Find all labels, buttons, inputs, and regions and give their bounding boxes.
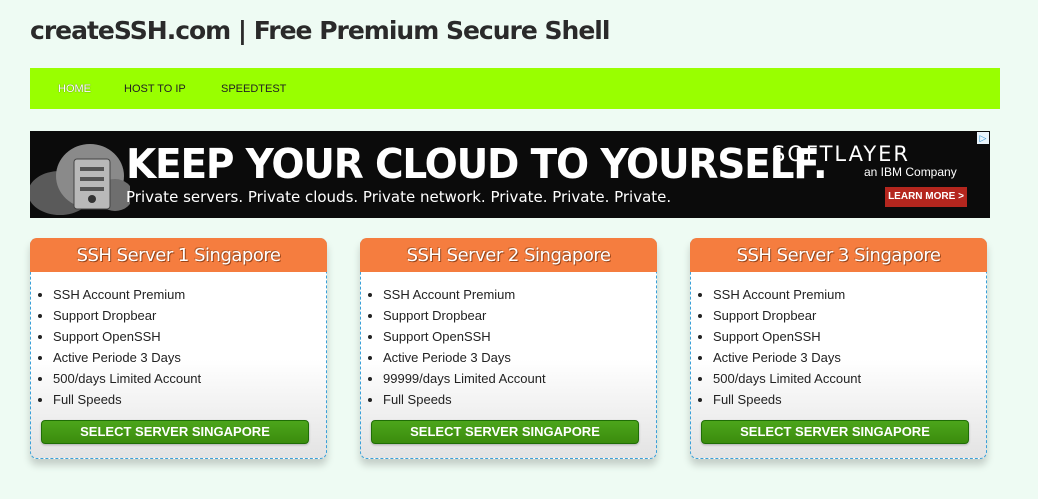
feature-item: Support Dropbear	[53, 307, 201, 328]
feature-item: Support OpenSSH	[713, 328, 861, 349]
feature-item: Support OpenSSH	[383, 328, 546, 349]
feature-item: 500/days Limited Account	[713, 370, 861, 391]
feature-item: 500/days Limited Account	[53, 370, 201, 391]
feature-item: Active Periode 3 Days	[383, 349, 546, 370]
softlayer-logo: SOFTLAYER	[772, 142, 911, 166]
feature-item: Active Periode 3 Days	[53, 349, 201, 370]
nav-item-speedtest[interactable]: SPEEDTEST	[221, 83, 286, 95]
server-card-title: SSH Server 3 Singapore	[690, 238, 987, 272]
feature-item: SSH Account Premium	[53, 286, 201, 307]
select-server-button[interactable]: SELECT SERVER SINGAPORE	[371, 420, 639, 444]
feature-list: SSH Account Premium Support Dropbear Sup…	[53, 286, 201, 412]
server-card-2: SSH Server 2 Singapore SSH Account Premi…	[360, 238, 657, 459]
select-server-button[interactable]: SELECT SERVER SINGAPORE	[701, 420, 969, 444]
select-server-button[interactable]: SELECT SERVER SINGAPORE	[41, 420, 309, 444]
feature-item: SSH Account Premium	[383, 286, 546, 307]
server-card-3: SSH Server 3 Singapore SSH Account Premi…	[690, 238, 987, 459]
adchoices-icon[interactable]: ▷	[977, 132, 989, 144]
feature-item: 99999/days Limited Account	[383, 370, 546, 391]
ad-headline: KEEP YOUR CLOUD TO YOURSELF.	[126, 141, 828, 189]
server-card-title: SSH Server 1 Singapore	[30, 238, 327, 272]
server-card-title: SSH Server 2 Singapore	[360, 238, 657, 272]
site-title[interactable]: createSSH.com | Free Premium Secure Shel…	[30, 16, 610, 45]
learn-more-button[interactable]: LEARN MORE >	[885, 187, 967, 207]
softlayer-ad-banner[interactable]: KEEP YOUR CLOUD TO YOURSELF. Private ser…	[30, 131, 990, 218]
nav-item-home[interactable]: HOME	[58, 83, 91, 95]
feature-item: Support Dropbear	[713, 307, 861, 328]
ad-brand-subtitle: an IBM Company	[864, 165, 957, 179]
server-card-1: SSH Server 1 Singapore SSH Account Premi…	[30, 238, 327, 459]
feature-item: Support OpenSSH	[53, 328, 201, 349]
feature-item: Full Speeds	[713, 391, 861, 412]
ad-tagline: Private servers. Private clouds. Private…	[126, 188, 672, 206]
feature-item: SSH Account Premium	[713, 286, 861, 307]
feature-item: Full Speeds	[383, 391, 546, 412]
feature-list: SSH Account Premium Support Dropbear Sup…	[713, 286, 861, 412]
feature-item: Full Speeds	[53, 391, 201, 412]
feature-item: Active Periode 3 Days	[713, 349, 861, 370]
nav-item-host-to-ip[interactable]: HOST TO IP	[124, 83, 186, 95]
feature-item: Support Dropbear	[383, 307, 546, 328]
feature-list: SSH Account Premium Support Dropbear Sup…	[383, 286, 546, 412]
main-nav: HOME HOST TO IP SPEEDTEST	[30, 68, 1000, 109]
server-cloud-icon	[30, 144, 130, 215]
